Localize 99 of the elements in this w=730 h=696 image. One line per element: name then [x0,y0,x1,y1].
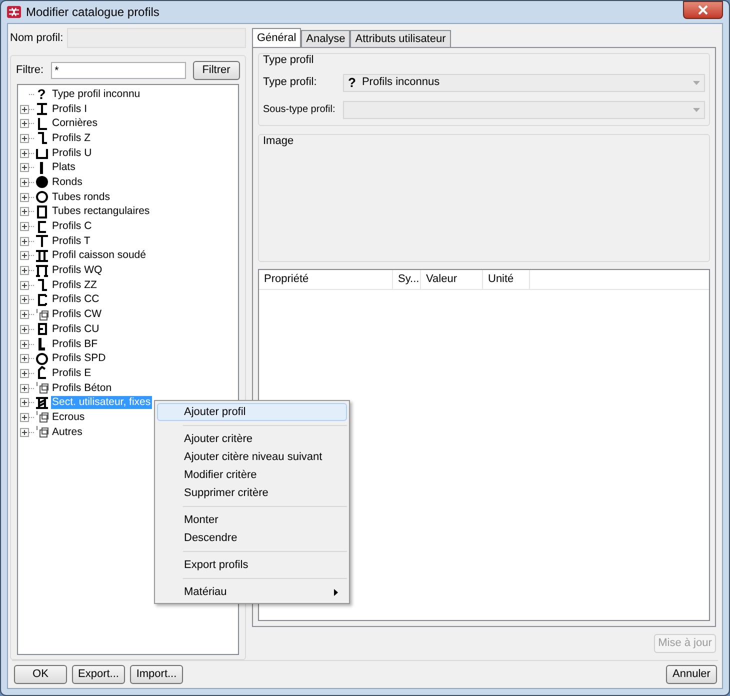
profile-shape-icon [34,381,48,396]
cancel-button[interactable]: Annuler [666,665,717,684]
profile-shape-icon [34,146,48,160]
tree-item[interactable]: Tubes rectangulaires [51,205,151,218]
expand-icon[interactable] [20,354,29,364]
expand-icon[interactable] [20,310,29,320]
tree-item[interactable]: Autres [51,426,84,439]
expand-icon[interactable] [20,412,29,422]
dialog-button[interactable]: Export... [72,665,125,684]
subtype-label: Sous-type profil: [263,103,336,117]
group-title: Type profil [263,53,315,68]
expand-icon[interactable] [20,340,29,349]
menu-item[interactable]: Modifier critère [157,466,347,484]
tab[interactable]: Attributs utilisateur [350,30,451,47]
group-title: Image [263,134,295,148]
expand-icon[interactable] [20,251,29,260]
tree-item[interactable]: Profils WQ [51,264,104,278]
question-mark-icon: ? [34,87,48,102]
submenu-arrow-icon [334,588,338,596]
menu-item[interactable]: Ajouter critère [157,430,347,448]
tree-item[interactable]: Plats [51,161,76,174]
expand-icon[interactable] [20,384,29,393]
column-header[interactable]: Sy... [393,270,421,288]
profile-shape-icon [34,396,48,410]
expand-icon[interactable] [20,163,29,172]
dropdown-arrow-icon [693,80,700,84]
profile-shape-icon [34,248,48,263]
tree-item[interactable]: Profils Béton [51,382,113,395]
question-mark-icon: ? [348,76,356,89]
tab[interactable]: Analyse [301,30,350,47]
expand-icon[interactable] [20,280,29,290]
tree-item[interactable]: Ronds [51,176,84,189]
profile-shape-icon [34,264,48,278]
profile-shape-icon [34,308,48,322]
dialog-button[interactable]: OK [14,665,67,684]
expand-icon[interactable] [20,428,29,437]
tree-item[interactable]: Profil caisson soudé [51,249,147,262]
profile-shape-icon [34,352,48,366]
menu-item[interactable]: Matériau [157,583,347,601]
expand-icon[interactable] [20,207,29,216]
profile-shape-icon [34,234,48,248]
expand-icon[interactable] [20,266,29,276]
close-icon [698,5,708,15]
profile-shape-icon [34,190,48,204]
profile-shape-icon [34,425,48,440]
tree-item[interactable]: Profils CW [51,308,103,322]
tree-item[interactable]: Cornières [51,117,99,130]
expand-icon[interactable] [20,295,29,304]
expand-icon[interactable] [20,148,29,158]
menu-item[interactable]: Monter [157,511,347,529]
filter-button[interactable]: Filtrer [192,61,240,80]
tree-item[interactable]: Type profil inconnu [51,88,142,101]
expand-icon[interactable] [20,368,29,378]
profile-shape-icon [34,175,48,190]
close-button[interactable] [683,1,723,19]
tree-item[interactable]: Profils CU [51,322,100,336]
tree-item[interactable]: Profils BF [51,338,99,351]
tree-item[interactable]: Profils SPD [51,352,107,366]
expand-icon[interactable] [20,104,29,114]
window-title: Modifier catalogue profils [26,4,160,21]
menu-item[interactable]: Supprimer critère [157,484,347,502]
expand-icon[interactable] [20,222,29,232]
dialog-button[interactable]: Import... [130,665,183,684]
menu-item[interactable]: Ajouter profil [157,403,347,421]
profile-shape-icon [34,102,48,116]
tree-item[interactable]: Profils ZZ [51,278,98,292]
profile-shape-icon [34,204,48,219]
expand-icon[interactable] [20,192,29,202]
expand-icon[interactable] [20,324,29,334]
profile-shape-icon [34,410,48,424]
tree-item[interactable]: Profils T [51,234,92,248]
column-header[interactable]: Valeur [421,270,483,288]
expand-icon[interactable] [20,119,29,128]
tree-item[interactable]: Profils CC [51,293,100,306]
app-icon [7,6,21,18]
tree-item[interactable]: Profils C [51,220,93,234]
tree-item[interactable]: Profils U [51,146,93,160]
menu-item[interactable]: Ajouter citère niveau suivant [157,448,347,466]
expand-icon[interactable] [20,398,29,408]
name-label: Nom profil: [10,30,64,46]
expand-icon[interactable] [20,134,29,143]
dropdown-arrow-icon [693,108,700,112]
expand-icon[interactable] [20,236,29,246]
menu-item[interactable]: Export profils [157,556,347,574]
type-label: Type profil: [263,75,318,90]
tree-item[interactable]: Profils I [51,102,88,116]
tree-item[interactable]: Tubes ronds [51,190,111,204]
type-value: Profils inconnus [362,75,441,90]
tree-item[interactable]: Ecrous [51,410,86,424]
filter-label: Filtre: [16,63,44,78]
column-header[interactable]: Propriété [259,270,393,288]
tree-item[interactable]: Profils E [51,366,92,380]
tab[interactable]: Général [252,28,302,47]
filter-field[interactable]: * [50,62,186,79]
menu-item[interactable]: Descendre [157,529,347,547]
column-header[interactable]: Unité [483,270,530,288]
tree-item[interactable]: Profils Z [51,132,92,145]
expand-icon[interactable] [20,178,29,187]
type-combo[interactable]: ? Profils inconnus [343,74,705,92]
